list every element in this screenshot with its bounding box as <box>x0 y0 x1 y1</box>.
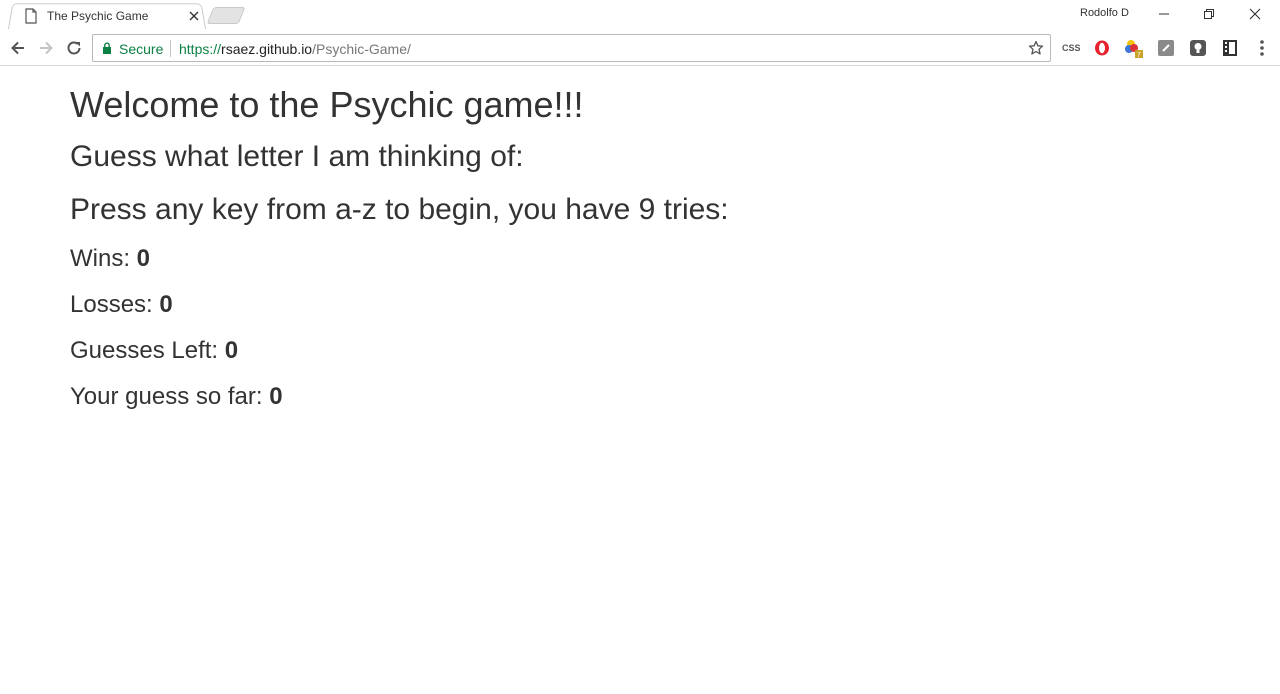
guess-prompt: Guess what letter I am thinking of: <box>70 140 524 173</box>
close-tab-icon[interactable] <box>188 10 200 22</box>
secure-label[interactable]: Secure <box>119 41 163 57</box>
page-viewport: Welcome to the Psychic game!!! Guess wha… <box>0 67 1280 694</box>
url-host: rsaez.github.io <box>221 41 313 57</box>
lightbulb-icon[interactable] <box>1188 38 1208 58</box>
gray-square-icon[interactable] <box>1156 38 1176 58</box>
tab-title: The Psychic Game <box>47 9 149 23</box>
url-path: /Psychic-Game/ <box>312 41 411 57</box>
minimize-icon[interactable] <box>1158 8 1170 20</box>
color-picker-icon[interactable]: 7 <box>1124 38 1144 58</box>
profile-name[interactable]: Rodolfo D <box>1080 7 1129 19</box>
losses-label: Losses: <box>70 291 153 318</box>
forward-arrow-icon[interactable] <box>37 39 55 57</box>
guess-so-far-value: 0 <box>269 383 283 410</box>
address-separator <box>170 40 171 57</box>
url-scheme: https:// <box>179 41 222 57</box>
guesses-left-value: 0 <box>224 337 239 364</box>
page-title: Welcome to the Psychic game!!! <box>70 84 584 125</box>
bookmark-star-icon[interactable] <box>1028 40 1044 56</box>
address-bar[interactable]: Secure https://rsaez.github.io/Psychic-G… <box>92 34 1051 62</box>
wins-stat: Wins: 0 <box>70 245 729 273</box>
browser-tab-content[interactable]: The Psychic Game <box>20 4 210 28</box>
guesses-left-label: Guesses Left: <box>70 337 219 364</box>
wins-value: 0 <box>136 245 151 272</box>
new-tab-button[interactable] <box>206 7 246 24</box>
css-icon-text: CSS <box>1062 43 1080 53</box>
game-container: Welcome to the Psychic game!!! Guess wha… <box>70 67 729 429</box>
losses-value: 0 <box>159 291 173 318</box>
page-icon <box>25 8 37 24</box>
guess-so-far-label: Your guess so far: <box>70 383 263 410</box>
close-window-icon[interactable] <box>1249 8 1261 20</box>
browser-titlebar: The Psychic Game Rodolfo D <box>0 0 1280 30</box>
reload-icon[interactable] <box>65 39 83 57</box>
menu-dots-icon[interactable] <box>1254 38 1270 58</box>
css-icon[interactable]: CSS <box>1060 38 1080 58</box>
back-arrow-icon[interactable] <box>9 39 27 57</box>
guesses-left-stat: Guesses Left: 0 <box>70 337 729 365</box>
restore-icon[interactable] <box>1203 8 1215 20</box>
losses-stat: Losses: 0 <box>70 291 729 319</box>
wins-label: Wins: <box>70 245 130 272</box>
extension-badge: 7 <box>1137 52 1141 58</box>
guess-so-far-stat: Your guess so far: 0 <box>70 383 729 411</box>
url-text[interactable]: https://rsaez.github.io/Psychic-Game/ <box>179 41 411 57</box>
film-icon[interactable] <box>1220 38 1240 58</box>
browser-toolbar: Secure https://rsaez.github.io/Psychic-G… <box>0 30 1280 66</box>
instruction-text: Press any key from a-z to begin, you hav… <box>70 193 729 226</box>
lock-icon[interactable] <box>102 42 112 54</box>
opera-icon[interactable] <box>1092 38 1112 58</box>
